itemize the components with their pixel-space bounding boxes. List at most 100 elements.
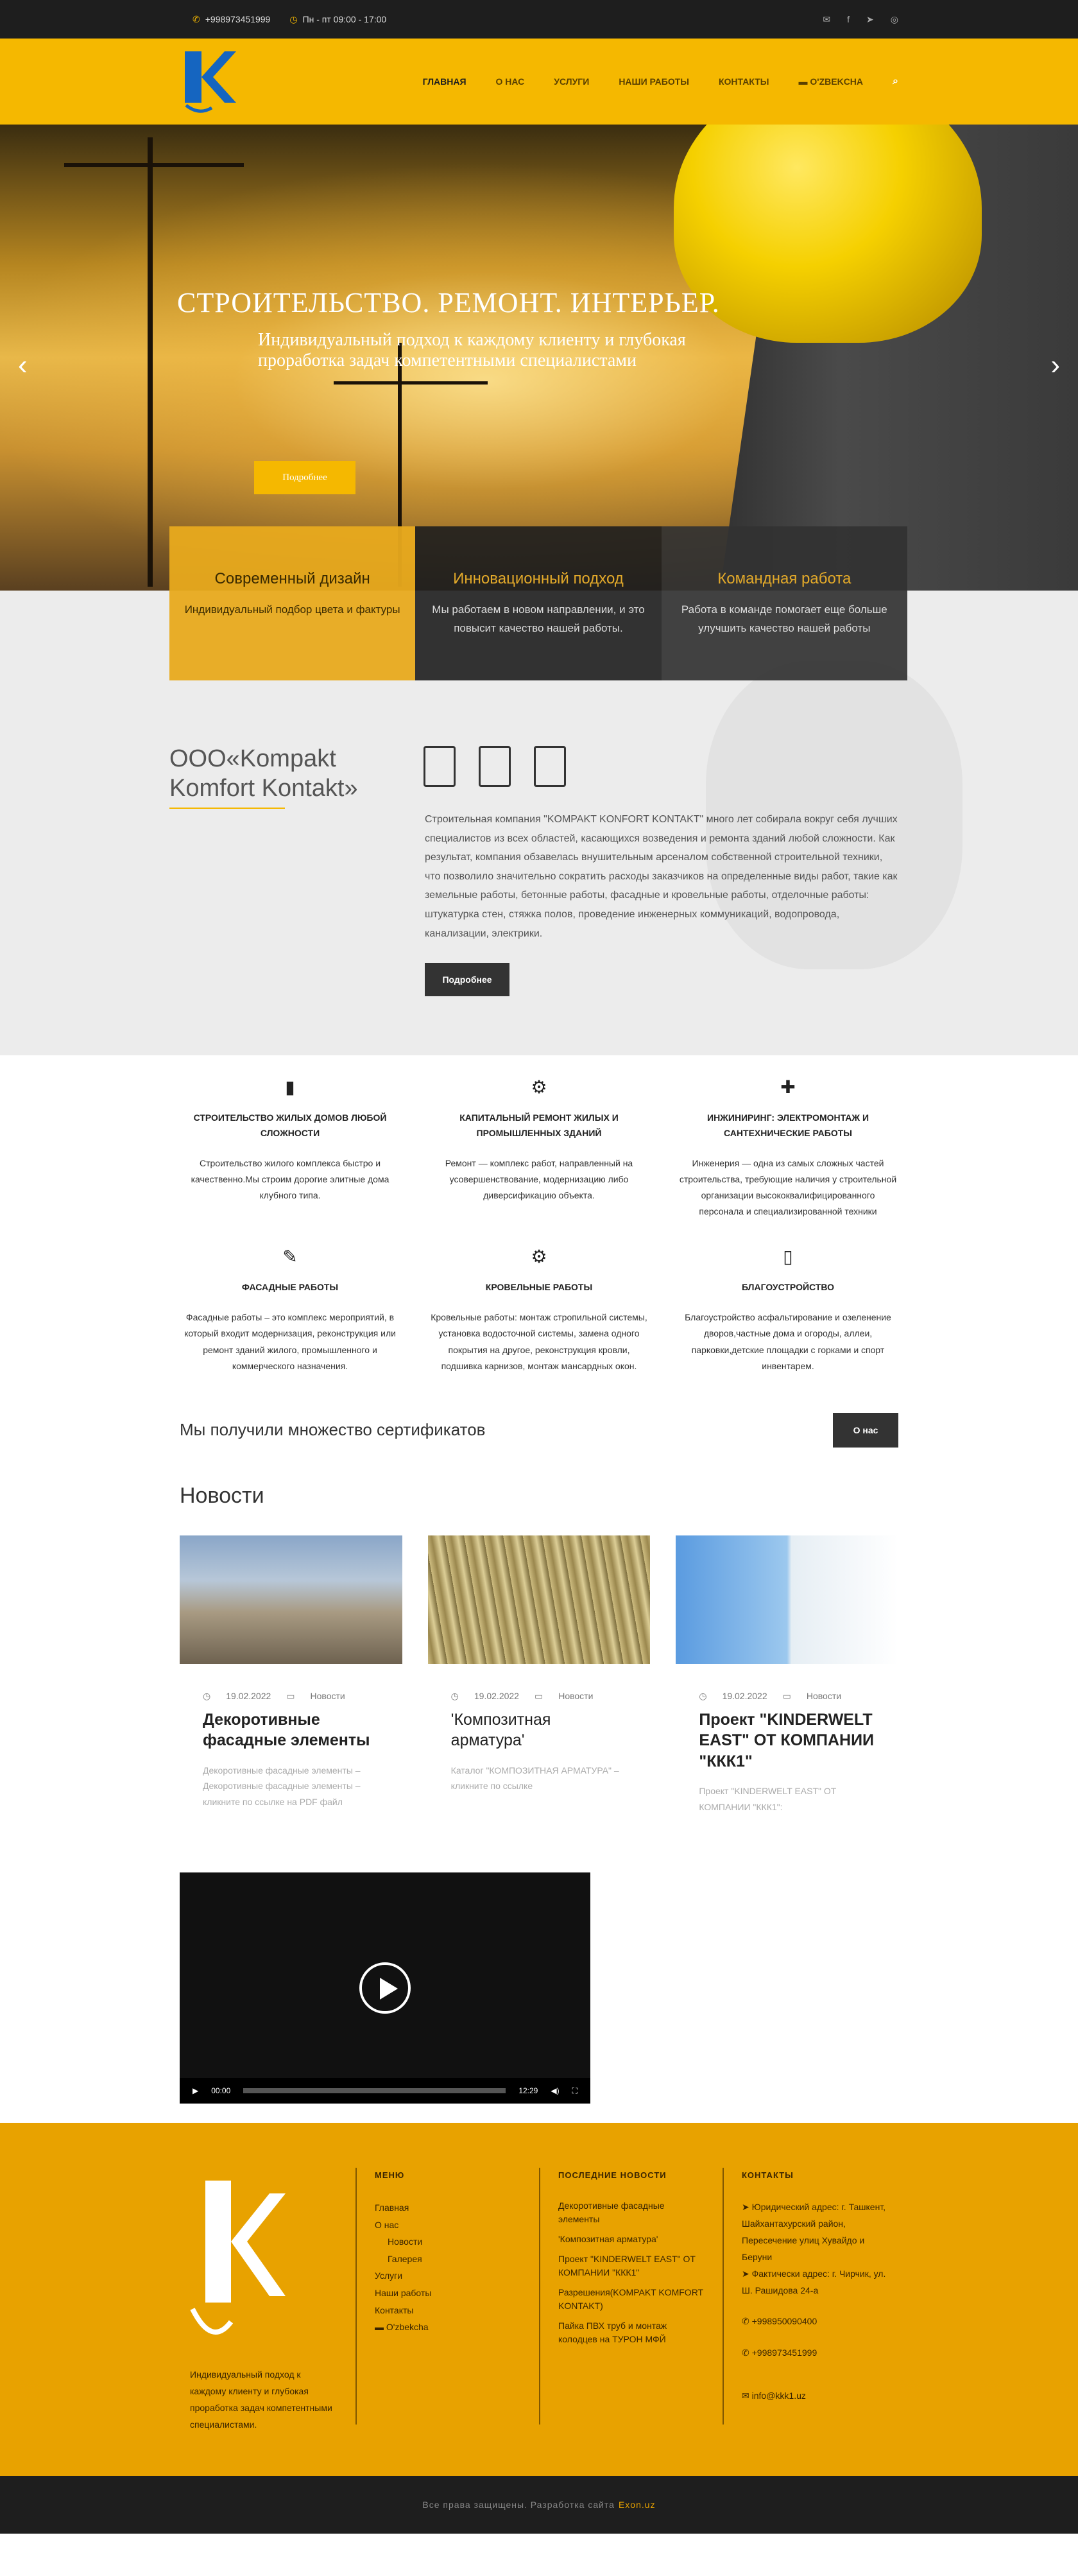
logo[interactable] <box>180 46 237 117</box>
footer-menu-item[interactable]: Главная <box>375 2199 522 2217</box>
news-date: 19.02.2022 <box>474 1690 519 1701</box>
clock-icon: ◷ <box>289 13 298 24</box>
news-image[interactable] <box>180 1535 402 1664</box>
service-text: Благоустройство асфальтирование и озелен… <box>685 1312 891 1371</box>
service-title[interactable]: СТРОИТЕЛЬСТВО ЖИЛЫХ ДОМОВ ЛЮБОЙ СЛОЖНОСТ… <box>180 1111 400 1141</box>
crane-image <box>334 381 488 385</box>
slider-next-icon[interactable]: › <box>1050 349 1060 381</box>
email-text: info@kkk1.uz <box>751 2390 806 2401</box>
footer-menu-item[interactable]: Галерея <box>375 2251 522 2268</box>
feature-box: Командная работа Работа в команде помога… <box>661 526 907 680</box>
service-title[interactable]: КАПИТАЛЬНЫЙ РЕМОНТ ЖИЛЫХ И ПРОМЫШЛЕННЫХ … <box>429 1111 649 1141</box>
news-image[interactable] <box>427 1535 651 1664</box>
search-icon[interactable]: ⌕ <box>893 76 898 87</box>
news-meta: ◷ 19.02.2022 ▭ Новости <box>428 1664 651 1702</box>
actual-address: ➤ Фактически адрес: г. Чирчик, ул. Ш. Ра… <box>742 2266 889 2299</box>
facebook-icon[interactable]: f <box>847 14 850 25</box>
footer-menu-item[interactable]: Услуги <box>375 2267 522 2285</box>
slider-prev-icon[interactable]: ‹ <box>18 349 28 381</box>
footer-logo[interactable] <box>186 2168 289 2354</box>
footer-contacts: КОНТАКТЫ ➤ Юридический адрес: г. Ташкент… <box>742 2168 889 2404</box>
footer-menu-item[interactable]: ▬ O'zbekcha <box>375 2319 522 2336</box>
nav-language[interactable]: ▬ O'ZBEKCHA <box>798 76 863 87</box>
news-excerpt: Декоротивные фасадные элементы – Декорот… <box>203 1765 361 1807</box>
news-title[interactable]: Декоротивные фасадные элементы <box>180 1702 402 1751</box>
play-button-icon[interactable]: ▶ <box>193 2086 198 2095</box>
nav-about[interactable]: О НАС <box>496 76 525 87</box>
flag-icon: ▬ <box>375 2322 386 2333</box>
news-title[interactable]: Проект "KINDERWELT EAST" ОТ КОМПАНИИ "КК… <box>676 1702 898 1772</box>
footer-menu-item[interactable]: О нас <box>375 2217 522 2234</box>
nav-contacts[interactable]: КОНТАКТЫ <box>719 76 769 87</box>
developer-link[interactable]: Exon.uz <box>619 2500 656 2510</box>
phone-icon: ✆ <box>742 2347 752 2358</box>
nav-works[interactable]: НАШИ РАБОТЫ <box>619 76 689 87</box>
feature-title: Командная работа <box>717 570 851 587</box>
phone-2[interactable]: ✆ +998973451999 <box>742 2344 889 2362</box>
play-icon[interactable] <box>359 1962 411 2014</box>
feature-text: Работа в команде помогает еще больше улу… <box>681 603 887 634</box>
news-excerpt: Каталог "КОМПОЗИТНАЯ АРМАТУРА" – кликнит… <box>450 1765 619 1792</box>
news-image[interactable] <box>676 1535 899 1664</box>
contact-info: ✆ +998973451999 ◷ Пн - пт 09:00 - 17:00 <box>193 14 386 25</box>
email[interactable]: ✉ info@kkk1.uz <box>742 2387 889 2405</box>
hero-title: СТРОИТЕЛЬСТВО. РЕМОНТ. ИНТЕРЬЕР. <box>177 287 720 318</box>
phone-icon: ✆ <box>742 2316 752 2327</box>
news-title[interactable]: 'Композитная арматура' <box>428 1702 651 1751</box>
video-progress-bar[interactable] <box>243 2088 506 2094</box>
title-divider <box>169 808 285 809</box>
cogs-icon: ⚙ <box>531 1247 547 1267</box>
nav-language-label: O'ZBEKCHA <box>810 76 864 87</box>
nav-services[interactable]: УСЛУГИ <box>554 76 589 87</box>
crane-image <box>64 163 244 167</box>
footer-divider <box>355 2168 357 2425</box>
about-us-button[interactable]: О нас <box>833 1412 898 1448</box>
service-title[interactable]: ИНЖИНИРИНГ: ЭЛЕКТРОМОНТАЖ И САНТЕХНИЧЕСК… <box>678 1111 898 1141</box>
news-date: 19.02.2022 <box>722 1690 767 1701</box>
news-category[interactable]: Новости <box>311 1691 345 1702</box>
service-item: ✎ ФАСАДНЫЕ РАБОТЫ Фасадные работы – это … <box>180 1243 400 1374</box>
service-text: Строительство жилого комплекса быстро и … <box>191 1157 389 1200</box>
footer-news-item[interactable]: Разрешения(KOMPAKT KOMFORT KONTAKT) <box>558 2286 706 2313</box>
mail-icon[interactable]: ✉ <box>823 14 830 25</box>
footer-menu-item[interactable]: Наши работы <box>375 2285 522 2302</box>
certificates-strip: Мы получили множество сертификатов О нас <box>0 1374 1078 1448</box>
footer-menu-item[interactable]: Новости <box>375 2233 522 2251</box>
video-player[interactable]: ▶ 00:00 12:29 ◀) ⛶ <box>180 1872 590 2104</box>
news-category[interactable]: Новости <box>558 1691 593 1702</box>
service-item: ✚ ИНЖИНИРИНГ: ЭЛЕКТРОМОНТАЖ И САНТЕХНИЧЕ… <box>678 1073 898 1220</box>
phone-1[interactable]: ✆ +998950090400 <box>742 2313 889 2330</box>
eyedropper-icon: ✎ <box>282 1247 298 1267</box>
telegram-icon[interactable]: ➤ <box>866 14 874 25</box>
footer-menu: МЕНЮ Главная О нас Новости Галерея Услуг… <box>375 2168 522 2335</box>
news-category[interactable]: Новости <box>807 1691 841 1702</box>
legal-address: ➤ Юридический адрес: г. Ташкент, Шайхант… <box>742 2199 889 2266</box>
helmet-image <box>674 125 982 343</box>
phone-info[interactable]: ✆ +998973451999 <box>193 14 270 25</box>
feature-text: Мы работаем в новом направлении, и это п… <box>432 603 645 634</box>
service-title[interactable]: БЛАГОУСТРОЙСТВО <box>678 1280 898 1295</box>
service-title[interactable]: ФАСАДНЫЕ РАБОТЫ <box>180 1280 400 1295</box>
nav-home[interactable]: ГЛАВНАЯ <box>423 76 466 87</box>
hero-more-button[interactable]: Подробнее <box>254 461 355 494</box>
fullscreen-icon[interactable]: ⛶ <box>572 2086 578 2096</box>
footer-tagline: Индивидуальный подход к каждому клиенту … <box>190 2369 332 2430</box>
service-title[interactable]: КРОВЕЛЬНЫЕ РАБОТЫ <box>429 1280 649 1295</box>
phone-1-text: +998950090400 <box>751 2316 817 2327</box>
about-more-button[interactable]: Подробнее <box>425 963 509 996</box>
footer-menu-item[interactable]: Контакты <box>375 2302 522 2319</box>
footer-news-item[interactable]: Декоротивные фасадные элементы <box>558 2199 706 2226</box>
news-card: ◷ 19.02.2022 ▭ Новости Декоротивные фасадны… <box>180 1535 402 1815</box>
footer: Индивидуальный подход к каждому клиенту … <box>0 2123 1078 2477</box>
service-item: ⚙ КРОВЕЛЬНЫЕ РАБОТЫ Кровельные работы: м… <box>429 1243 649 1374</box>
service-item: ▯ БЛАГОУСТРОЙСТВО Благоустройство асфаль… <box>678 1243 898 1374</box>
service-text: Ремонт — комплекс работ, направленный на… <box>445 1157 633 1200</box>
footer-news-item[interactable]: Пайка ПВХ труб и монтаж колодцев на ТУРО… <box>558 2319 706 2346</box>
volume-icon[interactable]: ◀) <box>551 2086 559 2095</box>
building-icon: ▮ <box>285 1077 295 1097</box>
hero-subtitle: Индивидуальный подход к каждому клиенту … <box>258 330 686 371</box>
footer-news-item[interactable]: 'Композитная арматура' <box>558 2233 706 2246</box>
instagram-icon[interactable]: ◎ <box>891 14 898 25</box>
copyright-text: Все права защищены. Разработка сайта <box>422 2500 615 2511</box>
footer-news-item[interactable]: Проект "KINDERWELT EAST" ОТ КОМПАНИИ "КК… <box>558 2252 706 2279</box>
